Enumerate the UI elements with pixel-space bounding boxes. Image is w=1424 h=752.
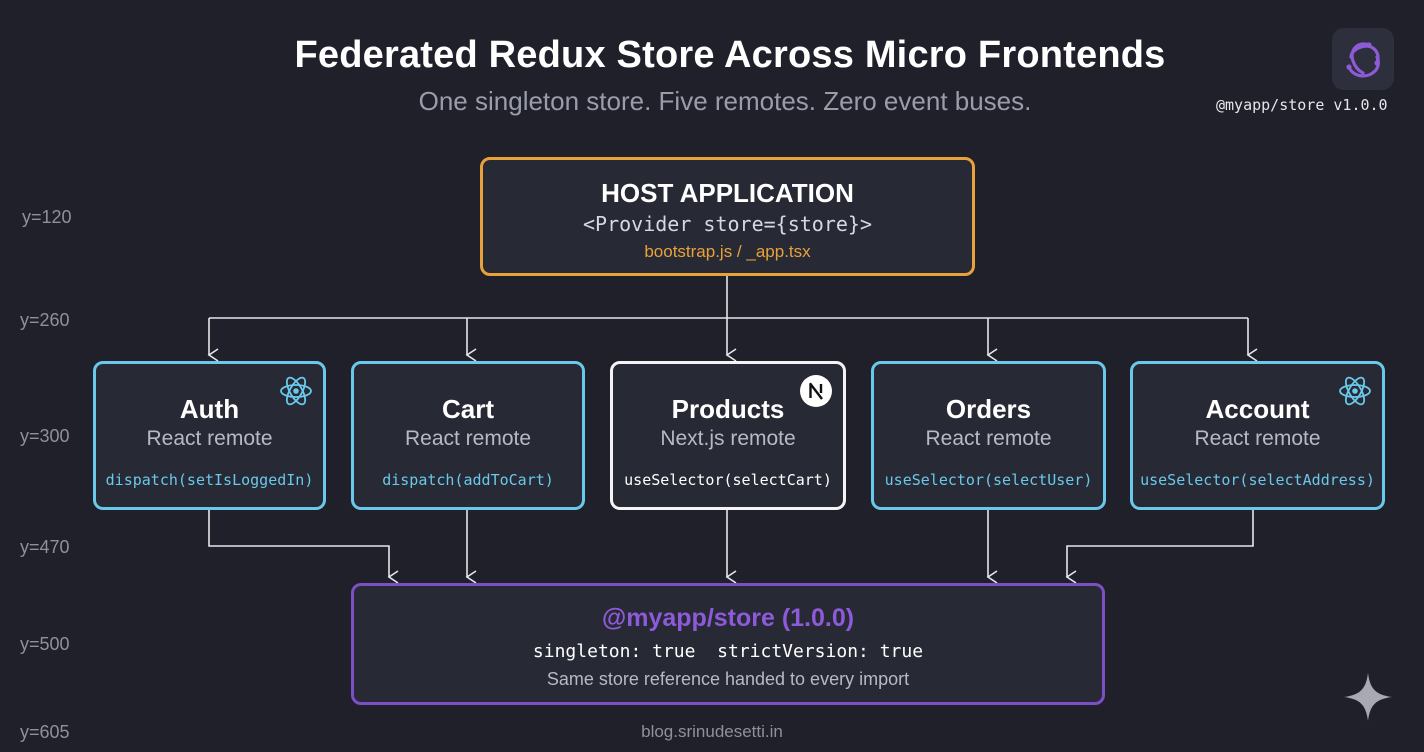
store-title: @myapp/store (1.0.0) (601, 604, 855, 632)
redux-icon (1346, 42, 1380, 78)
footer-url: blog.srinudesetti.in (641, 722, 783, 741)
page-title: Federated Redux Store Across Micro Front… (294, 34, 1166, 76)
store-note: Same store reference handed to every imp… (546, 669, 910, 689)
host-title: HOST APPLICATION (601, 178, 854, 208)
remote-name: Products (671, 394, 785, 424)
remote-type: React remote (925, 427, 1052, 450)
shared-store-node: @myapp/store (1.0.0) singleton: true str… (351, 583, 1105, 705)
redux-logo (1332, 28, 1394, 90)
remote-name: Account (1205, 394, 1310, 424)
y-marker: y=500 (20, 634, 70, 654)
remote-call: dispatch(addToCart) (382, 471, 554, 489)
remote-name: Orders (945, 394, 1032, 424)
remote-type: React remote (404, 427, 532, 450)
y-marker: y=470 (20, 537, 70, 557)
remote-type: React remote (1194, 427, 1321, 450)
remote-call: useSelector(selectAddress) (1140, 471, 1375, 489)
remote-account-node: Account React remote useSelector(selectA… (1130, 361, 1385, 510)
remote-call: useSelector(selectCart) (624, 471, 832, 489)
y-marker: y=300 (20, 426, 70, 446)
store-config: singleton: true strictVersion: true (532, 641, 924, 662)
remote-auth-node: Auth React remote dispatch(setIsLoggedIn… (93, 361, 326, 510)
host-file: bootstrap.js / _app.tsx (644, 242, 811, 261)
remote-type: React remote (146, 427, 273, 450)
arrow-account-to-store (1065, 510, 1254, 584)
y-marker: y=120 (22, 207, 72, 227)
page-subtitle: One singleton store. Five remotes. Zero … (418, 86, 1032, 116)
arrow-auth-to-store (208, 510, 399, 584)
host-application-node: HOST APPLICATION <Provider store={store}… (480, 157, 975, 276)
remote-products-node: Products Next.js remote useSelector(sele… (610, 361, 846, 510)
remote-type: Next.js remote (660, 427, 796, 450)
sparkle-icon (1344, 673, 1392, 721)
remote-call: useSelector(selectUser) (884, 471, 1093, 489)
remote-cart-node: Cart React remote dispatch(addToCart) (351, 361, 585, 510)
host-provider-code: <Provider store={store}> (583, 212, 872, 236)
store-version-label: @myapp/store v1.0.0 (1216, 96, 1388, 114)
remote-call: dispatch(setIsLoggedIn) (105, 471, 314, 489)
remote-orders-node: Orders React remote useSelector(selectUs… (871, 361, 1106, 510)
remote-name: Auth (179, 394, 240, 424)
y-marker: y=260 (20, 310, 70, 330)
remote-name: Cart (441, 394, 494, 424)
